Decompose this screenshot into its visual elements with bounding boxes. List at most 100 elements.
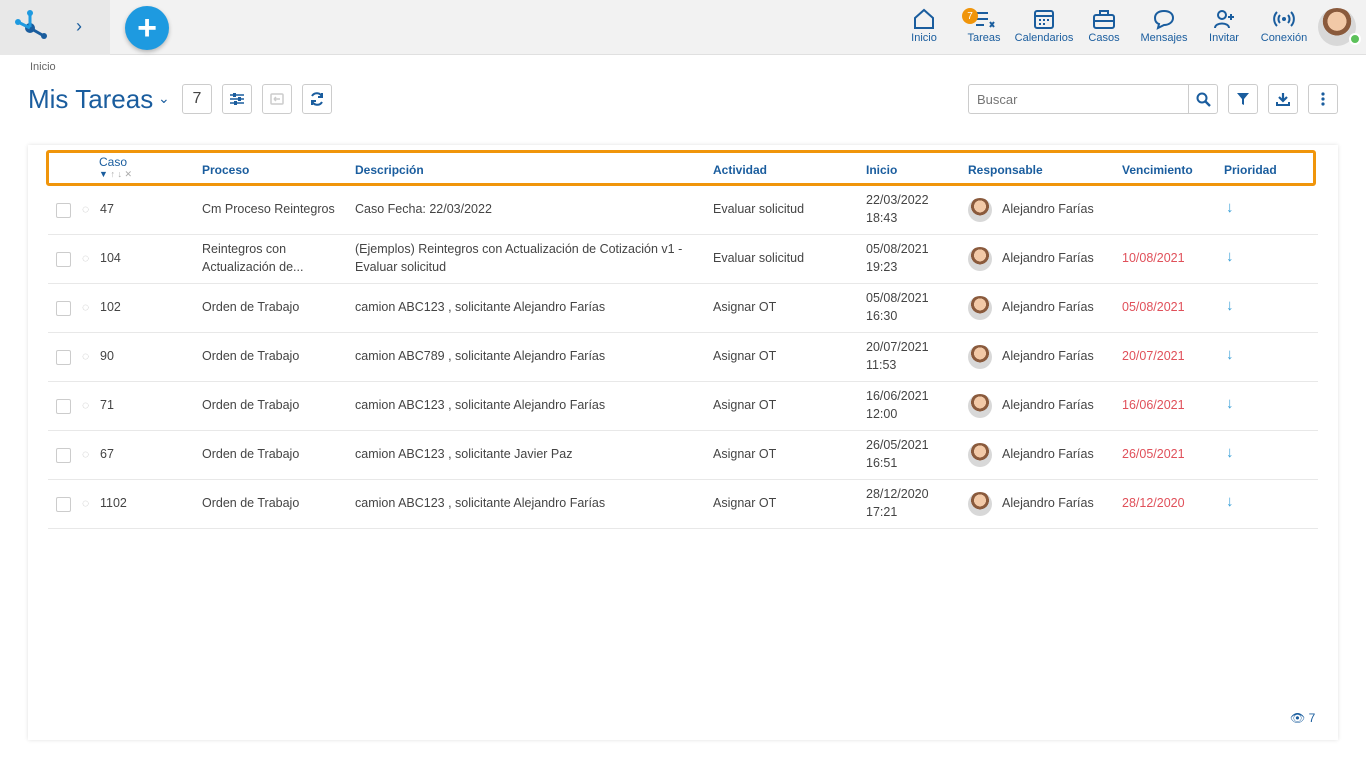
column-header-prioridad[interactable]: Prioridad xyxy=(1224,163,1277,177)
cell-inicio-date: 05/08/2021 xyxy=(866,291,929,305)
cell-inicio-date: 28/12/2020 xyxy=(866,487,929,501)
comment-icon[interactable]: ◌ xyxy=(82,202,89,216)
refresh-button[interactable] xyxy=(302,84,332,114)
row-checkbox[interactable] xyxy=(56,203,71,218)
column-header-inicio[interactable]: Inicio xyxy=(866,163,897,177)
row-checkbox[interactable] xyxy=(56,399,71,414)
responsable-avatar xyxy=(968,296,992,320)
add-button[interactable]: + xyxy=(125,6,169,50)
column-header-vencimiento[interactable]: Vencimiento xyxy=(1122,163,1193,177)
cell-actividad: Asignar OT xyxy=(713,349,777,363)
row-checkbox[interactable] xyxy=(56,350,71,365)
column-header-actividad[interactable]: Actividad xyxy=(713,163,767,177)
cell-descripcion: camion ABC123 , solicitante Alejandro Fa… xyxy=(355,396,605,414)
cell-descripcion: (Ejemplos) Reintegros con Actualización … xyxy=(355,240,682,276)
table-row[interactable]: ◌ 47 Cm Proceso Reintegros Caso Fecha: 22/0… xyxy=(48,186,1318,235)
app-logo-icon[interactable] xyxy=(14,10,50,42)
row-checkbox[interactable] xyxy=(56,252,71,267)
cell-inicio-date: 05/08/2021 xyxy=(866,242,929,256)
cell-descripcion: camion ABC789 , solicitante Alejandro Fa… xyxy=(355,347,605,365)
download-icon xyxy=(1276,93,1290,106)
nav-casos[interactable]: Casos xyxy=(1074,8,1134,44)
eye-icon: 👁 xyxy=(1290,711,1306,725)
comment-icon[interactable]: ◌ xyxy=(82,251,89,265)
cell-inicio: 22/03/2022 18:43 xyxy=(866,191,929,227)
cell-descripcion-line1: camion ABC789 , solicitante Alejandro Fa… xyxy=(355,349,606,363)
search-icon xyxy=(1196,92,1211,107)
cell-caso[interactable]: 1102 xyxy=(100,494,127,512)
cell-caso[interactable]: 71 xyxy=(100,396,114,414)
table-row[interactable]: ◌ 1102 Orden de Trabajo camion ABC123 , sol… xyxy=(48,480,1318,529)
row-checkbox[interactable] xyxy=(56,497,71,512)
expand-menu-icon[interactable]: › xyxy=(76,16,82,37)
row-checkbox[interactable] xyxy=(56,301,71,316)
cell-caso[interactable]: 102 xyxy=(100,298,121,316)
more-options-button[interactable] xyxy=(1308,84,1338,114)
cell-inicio-time: 19:23 xyxy=(866,260,898,274)
pin-icon[interactable]: ▼ xyxy=(99,169,108,179)
table-row[interactable]: ◌ 67 Orden de Trabajo camion ABC123 , solic… xyxy=(48,431,1318,480)
cell-caso[interactable]: 67 xyxy=(100,445,114,463)
cell-inicio: 26/05/2021 16:51 xyxy=(866,436,929,472)
sort-desc-icon[interactable]: ↓ xyxy=(117,169,122,179)
cell-proceso-line1: Orden de Trabajo xyxy=(202,349,300,363)
cell-proceso: Orden de Trabajo xyxy=(202,396,299,414)
cell-actividad: Asignar OT xyxy=(713,300,777,314)
cell-descripcion-line1: camion ABC123 , solicitante Javier Paz xyxy=(355,447,573,461)
cell-inicio: 28/12/2020 17:21 xyxy=(866,485,929,521)
nav-label: Casos xyxy=(1088,32,1120,44)
sort-asc-icon[interactable]: ↑ xyxy=(110,169,115,179)
column-header-descripcion[interactable]: Descripción xyxy=(355,163,424,177)
comment-icon[interactable]: ◌ xyxy=(82,398,89,412)
responsable-avatar xyxy=(968,198,992,222)
breadcrumb[interactable]: Inicio xyxy=(30,61,56,73)
cell-proceso: Orden de Trabajo xyxy=(202,445,299,463)
cell-inicio-time: 18:43 xyxy=(866,211,898,225)
table-row[interactable]: ◌ 90 Orden de Trabajo camion ABC789 , solic… xyxy=(48,333,1318,382)
comment-icon[interactable]: ◌ xyxy=(82,349,89,363)
cell-proceso-line1: Cm Proceso Reintegros xyxy=(202,202,335,216)
table-row[interactable]: ◌ 104 Reintegros con Actualización de... (Ej… xyxy=(48,235,1318,284)
cell-responsable: Alejandro Farías xyxy=(1002,496,1094,510)
cell-proceso: Orden de Trabajo xyxy=(202,298,299,316)
cell-caso[interactable]: 47 xyxy=(100,200,114,218)
clear-sort-icon[interactable]: ✕ xyxy=(124,169,132,179)
visible-count-value: 7 xyxy=(1308,711,1316,725)
calendar-icon xyxy=(1034,10,1054,29)
table-row[interactable]: ◌ 71 Orden de Trabajo camion ABC123 , solic… xyxy=(48,382,1318,431)
column-settings-button[interactable] xyxy=(222,84,252,114)
column-header-proceso[interactable]: Proceso xyxy=(202,163,249,177)
filter-button[interactable] xyxy=(1228,84,1258,114)
release-task-button[interactable] xyxy=(262,84,292,114)
cell-caso[interactable]: 90 xyxy=(100,347,114,365)
column-header-caso[interactable]: Caso xyxy=(99,155,127,169)
nav-conexion[interactable]: Conexión xyxy=(1254,8,1314,44)
comment-icon[interactable]: ◌ xyxy=(82,447,89,461)
cell-proceso-line1: Orden de Trabajo xyxy=(202,496,300,510)
table-row[interactable]: ◌ 102 Orden de Trabajo camion ABC123 , soli… xyxy=(48,284,1318,333)
page-title[interactable]: Mis Tareas xyxy=(28,84,153,115)
download-button[interactable] xyxy=(1268,84,1298,114)
nav-calendarios[interactable]: Calendarios xyxy=(1014,8,1074,44)
cell-proceso-line1: Reintegros con xyxy=(202,242,287,256)
responsable-avatar xyxy=(968,394,992,418)
nav-inicio[interactable]: Inicio xyxy=(894,8,954,44)
tasks-badge: 7 xyxy=(962,8,978,24)
online-status-dot xyxy=(1349,33,1361,45)
search-button[interactable] xyxy=(1188,84,1218,114)
chevron-down-icon[interactable]: ⌄ xyxy=(158,90,170,107)
column-header-responsable[interactable]: Responsable xyxy=(968,163,1043,177)
comment-icon[interactable]: ◌ xyxy=(82,300,89,314)
comment-icon[interactable]: ◌ xyxy=(82,496,89,510)
cell-inicio-time: 16:30 xyxy=(866,309,898,323)
sort-controls[interactable]: ▼ ↑ ↓ ✕ xyxy=(99,169,132,180)
cell-descripcion: camion ABC123 , solicitante Javier Paz xyxy=(355,445,572,463)
row-checkbox[interactable] xyxy=(56,448,71,463)
briefcase-icon xyxy=(1093,10,1115,29)
search-input[interactable] xyxy=(968,84,1188,114)
cell-vencimiento: 16/06/2021 xyxy=(1122,398,1185,412)
cell-vencimiento: 28/12/2020 xyxy=(1122,496,1185,510)
nav-invitar[interactable]: Invitar xyxy=(1194,8,1254,44)
nav-mensajes[interactable]: Mensajes xyxy=(1134,8,1194,44)
cell-caso[interactable]: 104 xyxy=(100,249,121,267)
